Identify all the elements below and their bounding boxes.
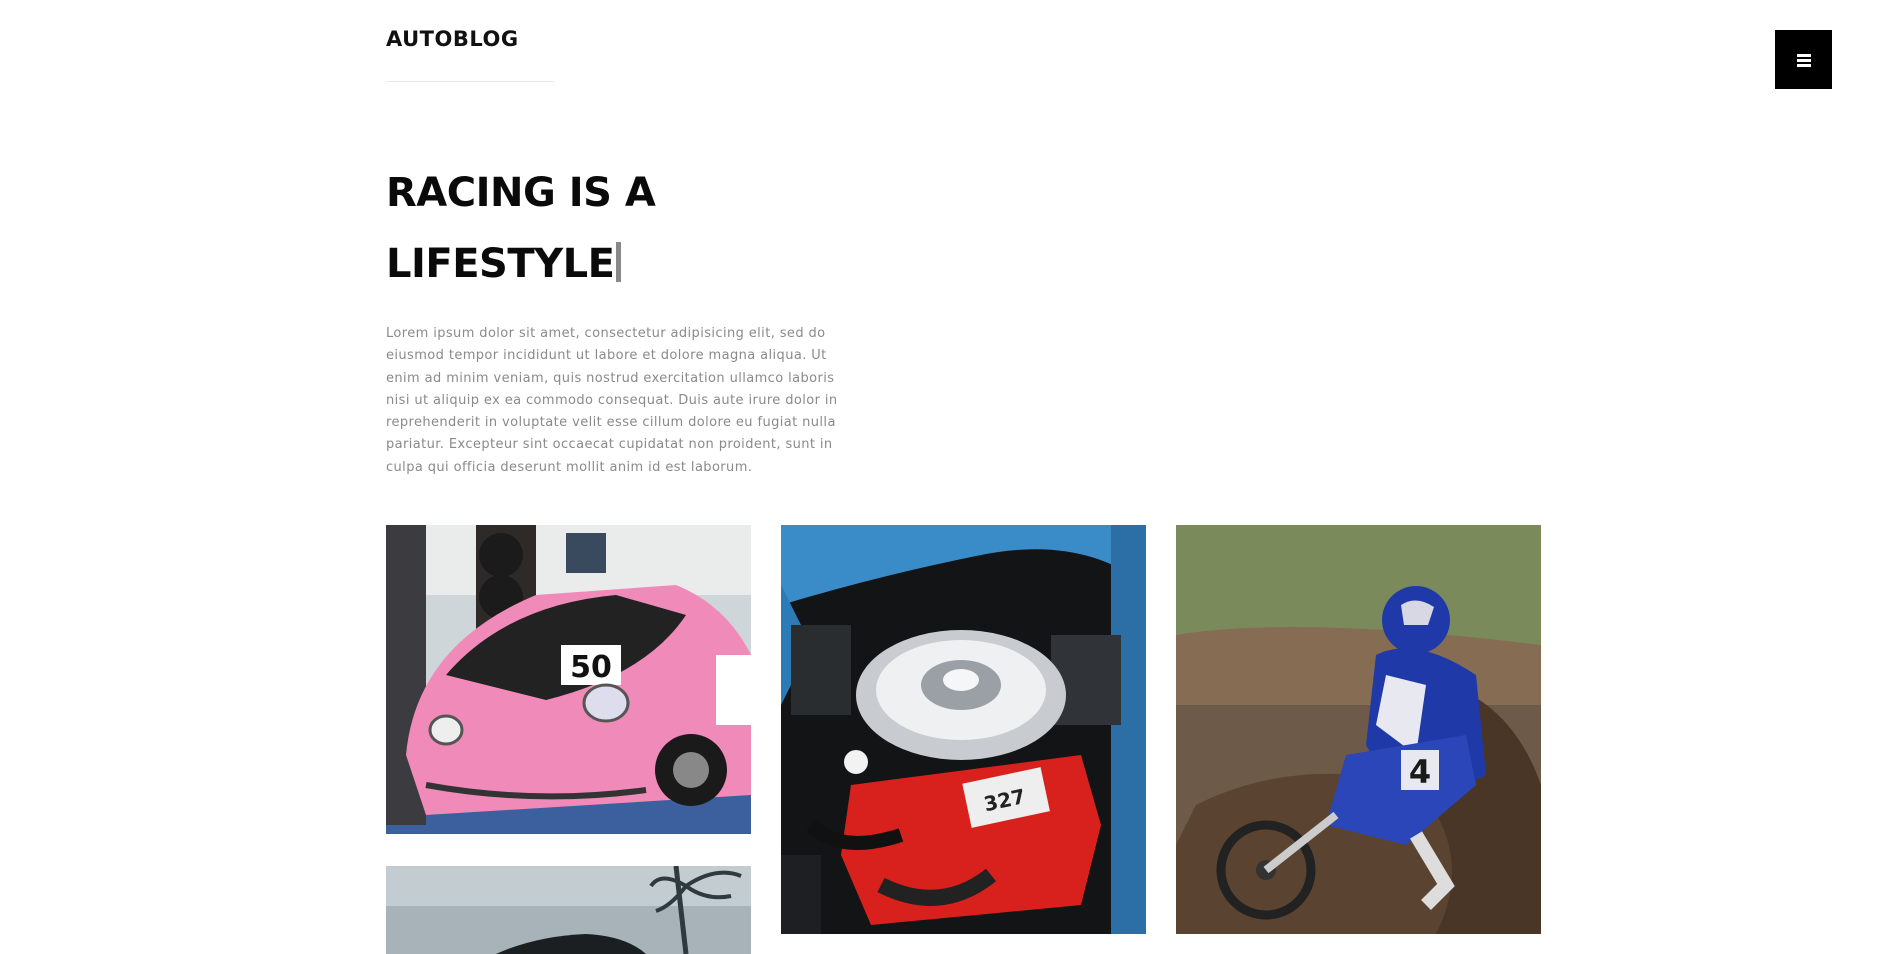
gallery-item-dark-car[interactable] (386, 866, 751, 954)
hero-title-line-1: RACING IS A (386, 170, 656, 216)
race-car-number: 50 (570, 650, 612, 685)
menu-button[interactable] (1775, 30, 1832, 89)
hero-title-line-2-text: LIFESTYLE (386, 241, 615, 287)
site-logo[interactable]: AUTOBLOG (386, 27, 519, 51)
hamburger-menu-icon (1796, 53, 1811, 67)
motocross-number: 4 (1409, 753, 1431, 791)
race-car-image: 50 (386, 525, 751, 834)
gallery-item-engine[interactable]: 327 (781, 525, 1146, 934)
typing-cursor (616, 242, 622, 282)
hero-description: Lorem ipsum dolor sit amet, consectetur … (386, 326, 838, 475)
hero-title-line-2: LIFESTYLE (386, 229, 655, 300)
page: AUTOBLOG RACING IS A LIFESTYLE Lorem ips… (0, 0, 1903, 954)
hero-title: RACING IS A LIFESTYLE (386, 158, 656, 300)
gallery-item-race-car[interactable]: 50 (386, 525, 751, 834)
logo-underline-divider (386, 81, 554, 82)
dark-car-image (386, 866, 751, 954)
gallery-item-motocross[interactable]: 4 (1176, 525, 1541, 934)
engine-image: 327 (781, 525, 1146, 934)
motocross-image: 4 (1176, 525, 1541, 934)
